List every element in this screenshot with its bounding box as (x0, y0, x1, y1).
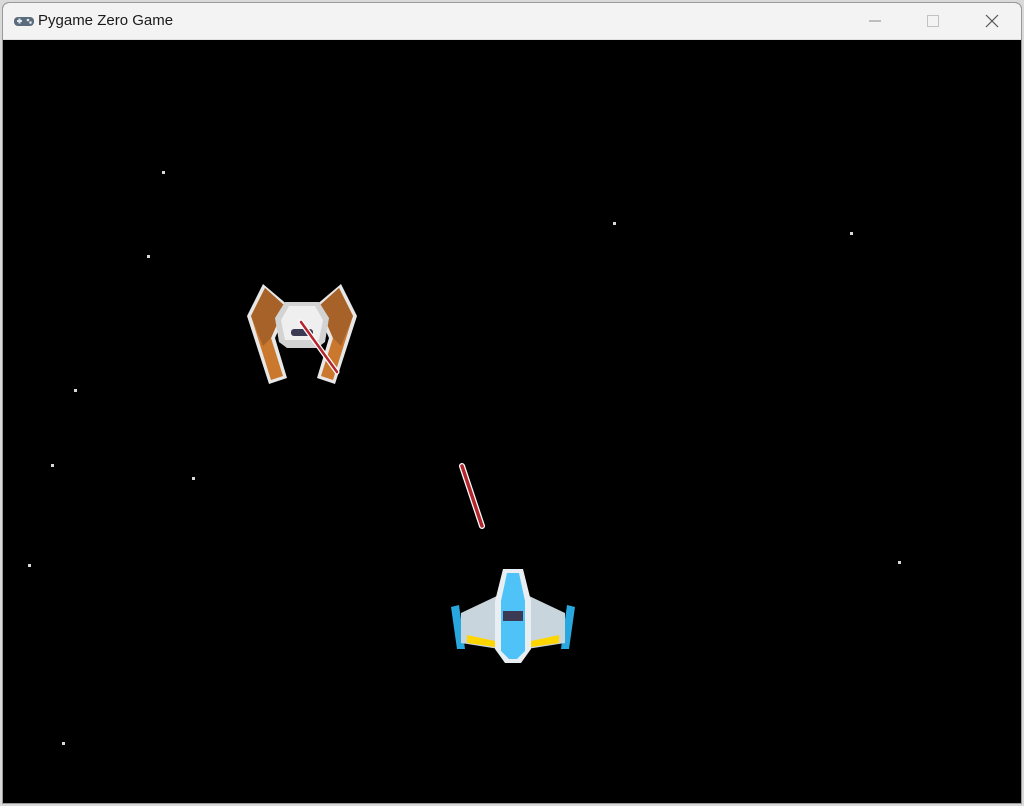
close-button[interactable] (963, 3, 1021, 39)
star (74, 389, 77, 392)
game-canvas[interactable] (3, 40, 1021, 803)
star (613, 222, 616, 225)
star (147, 255, 150, 258)
title-bar[interactable]: Pygame Zero Game (3, 3, 1021, 40)
star (162, 171, 165, 174)
minimize-button[interactable] (846, 3, 904, 39)
minimize-icon (869, 20, 881, 22)
close-icon (985, 14, 999, 28)
star (850, 232, 853, 235)
enemy-spaceship-icon (247, 284, 357, 384)
player-spaceship-icon (451, 569, 575, 663)
star (62, 742, 65, 745)
star (28, 564, 31, 567)
laser-bolt (459, 463, 485, 529)
window-title: Pygame Zero Game (38, 12, 174, 29)
game-window: Pygame Zero Game (2, 2, 1022, 804)
star (51, 464, 54, 467)
star (192, 477, 195, 480)
maximize-button[interactable] (904, 3, 962, 39)
maximize-icon (927, 15, 939, 27)
star (898, 561, 901, 564)
gamepad-icon (14, 17, 34, 26)
